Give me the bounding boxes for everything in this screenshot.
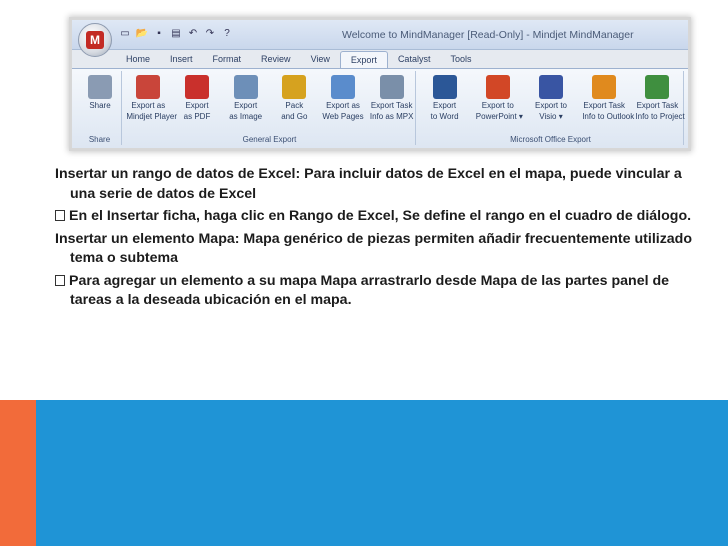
tab-view[interactable]: View [301,51,340,68]
player-icon [136,75,161,99]
ribbon-group-label: Share [88,135,111,144]
ribbon-button-label: as Image [229,112,263,121]
ribbon-button-label: Share [89,101,111,110]
ribbon-button-label: Export [433,101,457,110]
mindmanager-screenshot: ▭ 📂 ▪ ▤ ↶ ↷? Welcome to MindManager [Read-Onl… [72,20,688,148]
web-icon [331,75,355,99]
mpx-icon [379,75,404,99]
word-button[interactable]: Export to Word [423,75,467,121]
ribbon-button-label: PowerPoint ▾ [475,112,523,121]
pack-icon [282,75,307,99]
open-icon[interactable]: 📂 [135,27,149,41]
player-button[interactable]: Export as Mindjet Player [126,75,178,121]
paragraph-text: Insertar un elemento Mapa: Mapa genérico… [55,230,693,267]
powerpoint-icon [485,75,510,99]
ribbon-group-0: Share Share [78,71,122,145]
mindmanager-logo-icon: M [86,31,104,49]
mpx-button[interactable]: Export Task Info as MPX [370,75,414,121]
share-icon [88,75,112,99]
ribbon-group-2: Export to Word Export to PowerPoint ▾ Export… [418,71,685,145]
pack-button[interactable]: Pack and Go [272,75,316,121]
share-button[interactable]: Share [78,75,122,112]
ribbon-button-label: and Go [281,112,308,121]
save-icon[interactable]: ▪ [152,27,166,41]
pdf-icon [185,75,209,99]
ribbon-button-label: Export Task [583,101,626,110]
paragraph: Insertar un elemento Mapa: Mapa genérico… [55,230,695,269]
project-button[interactable]: Export Task Info to Project [635,75,685,121]
ribbon-button-label: Info to Project [635,112,685,121]
ribbon-button-label: to Word [430,112,459,121]
tab-format[interactable]: Format [203,51,252,68]
ribbon-button-label: Export [234,101,258,110]
ribbon-button-label: Pack [285,101,304,110]
ribbon-group-label: Microsoft Office Export [510,135,591,144]
paragraph: Insertar un rango de datos de Excel: Par… [55,165,695,204]
undo-icon[interactable]: ↶ [186,27,200,41]
paragraph-text: En el Insertar ficha, haga clic en Rango… [69,208,692,224]
print-icon[interactable]: ▤ [169,27,183,41]
office-button[interactable]: M [78,23,112,57]
ribbon-button-label: Web Pages [322,112,364,121]
bullet-box-icon [55,210,65,221]
ribbon-button-label: Info to Outlook [582,112,635,121]
slide-body: Insertar un rango de datos de Excel: Par… [55,165,695,314]
tab-home[interactable]: Home [116,51,160,68]
visio-icon [539,75,563,99]
new-icon[interactable]: ▭ [118,27,132,41]
tab-catalyst[interactable]: Catalyst [388,51,441,68]
tab-tools[interactable]: Tools [440,51,481,68]
visio-button[interactable]: Export to Visio ▾ [529,75,573,121]
ribbon-button-label: Export as [131,101,166,110]
help-icon[interactable]: ? [220,27,234,41]
ribbon-group-label: General Export [242,135,297,144]
tab-review[interactable]: Review [251,51,301,68]
ribbon-button-label: Export Task [636,101,679,110]
ribbon-tabs: Home Insert Format Review View Export Catalyst… [116,51,481,68]
image-icon [233,75,258,99]
ribbon-button-label: Visio ▾ [539,112,563,121]
quick-access-toolbar: ▭ 📂 ▪ ▤ ↶ ↷? [118,27,234,43]
slide: ▭ 📂 ▪ ▤ ↶ ↷? Welcome to MindManager [Read-Onl… [0,0,728,546]
tab-export[interactable]: Export [339,51,388,68]
ribbon-button-label: Export to [481,101,514,110]
redo-icon[interactable]: ↷ [203,27,217,41]
bullet-box-icon [55,274,65,286]
paragraph: En el Insertar ficha, haga clic en Rango… [55,207,695,227]
ribbon-button-label: Info as MPX [369,112,414,121]
paragraph-text: Insertar un rango de datos de Excel: Par… [55,166,682,202]
ribbon-button-label: as PDF [183,112,211,121]
word-icon [432,75,457,99]
footer-band-blue [36,400,728,546]
ribbon: Share Share Export as Mindjet Player Export a… [72,68,688,148]
project-icon [645,75,670,99]
tab-insert[interactable]: Insert [160,51,203,68]
ribbon-button-label: Export to [534,101,567,110]
web-button[interactable]: Export as Web Pages [321,75,365,121]
powerpoint-button[interactable]: Export to PowerPoint ▾ [475,75,523,121]
footer-band-orange [0,400,36,546]
ribbon-button-label: Export as [326,101,360,110]
ribbon-button-label: Export [185,101,209,110]
paragraph-text: Para agregar un elemento a su mapa Mapa … [69,272,670,309]
outlook-icon [592,75,617,99]
pdf-button[interactable]: Export as PDF [175,75,219,121]
window-title: Welcome to MindManager [Read-Only] - Min… [342,29,634,41]
image-button[interactable]: Export as Image [224,75,268,121]
ribbon-group-1: Export as Mindjet Player Export as PDF Expor… [124,71,416,145]
outlook-button[interactable]: Export Task Info to Outlook [582,75,635,121]
ribbon-button-label: Mindjet Player [126,112,178,121]
paragraph: Para agregar un elemento a su mapa Mapa … [55,272,695,311]
title-bar: ▭ 📂 ▪ ▤ ↶ ↷? Welcome to MindManager [Read-Onl… [72,20,688,50]
ribbon-button-label: Export Task [370,101,413,110]
